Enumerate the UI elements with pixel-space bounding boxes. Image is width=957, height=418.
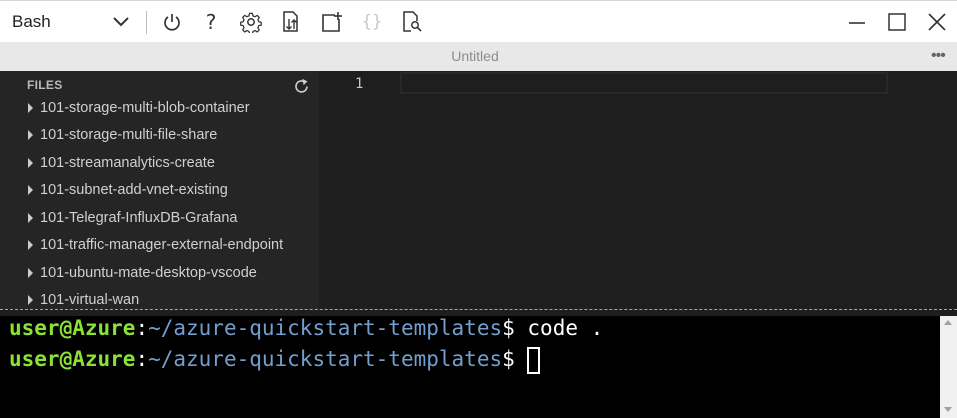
chevron-right-icon <box>28 185 33 195</box>
terminal-scrollbar[interactable] <box>940 316 957 418</box>
toolbar-divider <box>146 11 147 34</box>
minimize-icon[interactable] <box>846 11 868 33</box>
prompt-dollar: $ <box>502 316 515 340</box>
file-tree-item-label: 101-Telegraf-InfluxDB-Grafana <box>40 210 238 226</box>
refresh-icon[interactable] <box>293 78 310 95</box>
power-icon[interactable] <box>161 11 183 33</box>
prompt-user: user@Azure <box>9 316 136 340</box>
chevron-right-icon <box>28 240 33 250</box>
terminal-cursor <box>527 347 541 374</box>
cloud-shell-toolbar: Bash ? {} <box>0 0 957 42</box>
settings-icon[interactable] <box>240 11 262 33</box>
terminal-line: user@Azure:~/azure-quickstart-templates$… <box>9 316 603 340</box>
files-header: FILES <box>27 78 63 92</box>
scroll-up-icon[interactable] <box>944 320 952 325</box>
code-editor[interactable]: 1 <box>319 71 957 309</box>
file-tree-item[interactable]: 101-virtual-wan <box>0 288 319 309</box>
line-number: 1 <box>355 76 364 92</box>
file-tree-item-label: 101-storage-multi-blob-container <box>40 100 250 116</box>
file-tree-item-label: 101-storage-multi-file-share <box>40 127 218 143</box>
document-title: Untitled <box>451 48 499 64</box>
chevron-right-icon <box>28 295 33 305</box>
chevron-right-icon <box>28 268 33 278</box>
upload-download-icon[interactable] <box>280 11 302 33</box>
maximize-icon[interactable] <box>886 11 908 33</box>
file-tree-item[interactable]: 101-streamanalytics-create <box>0 151 319 177</box>
editor-scrollbar[interactable] <box>892 71 906 309</box>
prompt-path: ~/azure-quickstart-templates <box>148 316 503 340</box>
terminal-line: user@Azure:~/azure-quickstart-templates$ <box>9 347 541 374</box>
file-tree-item[interactable]: 101-storage-multi-blob-container <box>0 96 319 122</box>
file-tree-item-label: 101-ubuntu-mate-desktop-vscode <box>40 265 257 281</box>
chevron-right-icon <box>28 130 33 140</box>
shell-selector-label: Bash <box>12 12 51 31</box>
prompt-user: user@Azure <box>9 347 136 371</box>
file-tree-item-label: 101-traffic-manager-external-endpoint <box>40 237 284 253</box>
new-session-icon[interactable] <box>321 11 343 33</box>
shell-selector[interactable]: Bash <box>0 1 140 43</box>
editor-title-bar: Untitled ••• <box>0 42 957 71</box>
prompt-colon: : <box>135 347 149 371</box>
file-tree-item[interactable]: 101-Telegraf-InfluxDB-Grafana <box>0 206 319 232</box>
chevron-right-icon <box>28 103 33 113</box>
file-tree-item-label: 101-streamanalytics-create <box>40 155 215 171</box>
file-tree-item[interactable]: 101-subnet-add-vnet-existing <box>0 178 319 204</box>
scroll-down-icon[interactable] <box>944 407 952 412</box>
command-text <box>515 347 528 371</box>
current-line-highlight <box>400 72 888 94</box>
prompt-path: ~/azure-quickstart-templates <box>148 347 503 371</box>
help-icon[interactable]: ? <box>200 11 222 33</box>
open-editor-icon[interactable] <box>401 11 423 33</box>
web-preview-icon[interactable]: {} <box>361 11 383 33</box>
command-text: code . <box>514 316 604 340</box>
prompt-dollar: $ <box>502 347 515 371</box>
file-explorer: FILES 101-storage-multi-blob-container 1… <box>0 71 319 309</box>
prompt-colon: : <box>135 316 149 340</box>
file-tree-item[interactable]: 101-traffic-manager-external-endpoint <box>0 233 319 259</box>
chevron-right-icon <box>28 213 33 223</box>
chevron-right-icon <box>28 158 33 168</box>
panel-resize-handle[interactable] <box>0 309 957 316</box>
chevron-down-icon <box>113 17 129 27</box>
file-tree-item[interactable]: 101-storage-multi-file-share <box>0 123 319 149</box>
terminal-panel[interactable]: user@Azure:~/azure-quickstart-templates$… <box>0 316 957 418</box>
more-actions-icon[interactable]: ••• <box>931 48 949 64</box>
file-tree-item-label: 101-subnet-add-vnet-existing <box>40 182 228 198</box>
file-tree-item[interactable]: 101-ubuntu-mate-desktop-vscode <box>0 261 319 287</box>
close-icon[interactable] <box>926 11 948 33</box>
file-tree-item-label: 101-virtual-wan <box>40 292 140 308</box>
